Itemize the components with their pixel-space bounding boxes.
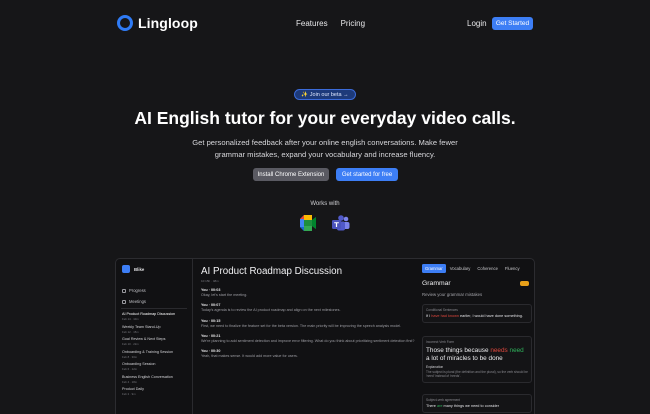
speaker-time: You · 00:03: [201, 287, 221, 292]
panel-title: Grammar: [422, 280, 451, 287]
transcript-line: You · 00:21 We're planning to add sentime…: [201, 334, 416, 345]
meeting-title: Goal Review & Next Steps: [122, 337, 166, 341]
mistake-sentence: If I have had known earlier, I would hav…: [426, 314, 528, 319]
meeting-item[interactable]: Onboarding & Training Session Feb 8 · 30m: [122, 350, 188, 363]
meeting-date: Feb 6 · 12m: [122, 367, 138, 371]
meeting-title: AI Product Roadmap Discussion: [122, 312, 176, 316]
mistake-type: Subject-verb agreement: [426, 398, 461, 402]
feedback-panel: Grammar Vocabulary Coherence Fluency Gra…: [422, 264, 532, 414]
integration-icons: [300, 215, 350, 233]
logo-ring-icon: [117, 15, 133, 31]
microsoft-teams-icon: [332, 215, 350, 231]
speaker-time: You · 00:15: [201, 318, 221, 323]
top-nav: Lingloop Features Pricing Login Get Star…: [0, 0, 650, 48]
mistake-card[interactable]: Conditional Sentences If I have had know…: [422, 304, 532, 324]
mistake-type: Conditional Sentences: [426, 308, 458, 312]
menu-item-progress[interactable]: Progress: [122, 285, 146, 296]
transcript-text: Yeah, that makes sense. It would add mor…: [201, 354, 298, 359]
transcript-text: Today's agenda is to review the AI produ…: [201, 308, 341, 313]
transcript-text: Okay, let's start the meeting.: [201, 292, 248, 297]
calendar-icon: [122, 299, 126, 304]
transcript-line: You · 00:15 First, we need to finalize th…: [201, 319, 416, 330]
login-link[interactable]: Login: [467, 19, 487, 28]
meeting-item[interactable]: Goal Review & Next Steps Feb 10 · 22m: [122, 337, 188, 350]
explanation-label: Explanation: [426, 365, 444, 369]
sentence-part: Those things because: [426, 347, 491, 354]
preview-sidebar: Blike Progress Meetings AI Product Roadm…: [116, 259, 193, 414]
preview-brand-icon: [122, 265, 130, 273]
brand-logo[interactable]: Lingloop: [117, 15, 198, 31]
feedback-tabs: Grammar Vocabulary Coherence Fluency: [422, 264, 532, 273]
hero-subtitle: Get personalized feedback after your onl…: [192, 138, 458, 159]
meeting-date: Feb 8 · 30m: [122, 354, 138, 359]
tab-fluency[interactable]: Fluency: [502, 264, 523, 273]
wrong-word: needs: [490, 347, 508, 354]
speaker-time: You · 00:07: [201, 303, 221, 308]
meeting-date: Feb 2 · 9m: [122, 392, 136, 396]
transcript-line: You · 00:03 Okay, let's start the meeting…: [201, 288, 416, 299]
mistake-sentence: There are many things we need to conside…: [426, 404, 528, 409]
preview-brand-name: Blike: [134, 266, 145, 272]
meeting-item[interactable]: Business English Conversation Feb 4 · 18m: [122, 375, 188, 388]
works-with-label: Works with: [310, 201, 340, 207]
correct-word: need: [509, 347, 524, 354]
transcript-line: You · 00:30 Yeah, that makes sense. It wo…: [201, 349, 416, 360]
meeting-list: AI Product Roadmap Discussion Feb 14 · 10…: [122, 312, 188, 400]
score-badge: [520, 281, 529, 286]
google-meet-icon: [300, 215, 316, 231]
transcript-text: We're planning to add sentiment detectio…: [201, 338, 415, 343]
sentence-part: a lot of miracles to be done: [426, 355, 503, 362]
wrong-word: have had known: [431, 314, 459, 318]
nav-link-pricing[interactable]: Pricing: [341, 19, 365, 28]
meeting-title: Onboarding Session: [122, 362, 156, 366]
transcript-line: You · 00:07 Today's agenda is to review t…: [201, 303, 416, 314]
panel-subtitle: Review your grammar mistakes: [422, 292, 483, 297]
meeting-item[interactable]: AI Product Roadmap Discussion Feb 14 · 10…: [122, 312, 188, 325]
speaker-time: You · 00:21: [201, 333, 221, 338]
meeting-title: Product Daily: [122, 387, 144, 391]
meeting-date: Feb 10 · 22m: [122, 342, 139, 346]
tab-coherence[interactable]: Coherence: [474, 264, 501, 273]
meeting-title: Weekly Team Stand-Up: [122, 324, 161, 329]
meeting-date: Feb 4 · 18m: [122, 379, 138, 384]
mistake-card[interactable]: Incorrect Verb Form Those things because…: [422, 336, 532, 383]
chart-icon: [122, 288, 126, 293]
mistake-card[interactable]: Subject-verb agreement There are many th…: [422, 394, 532, 414]
meeting-date: Feb 14 · 10m: [122, 317, 139, 321]
nav-link-features[interactable]: Features: [296, 19, 328, 28]
meeting-item[interactable]: Onboarding Session Feb 6 · 12m: [122, 362, 188, 375]
meeting-title: Onboarding & Training Session: [122, 349, 174, 354]
app-preview: Blike Progress Meetings AI Product Roadm…: [115, 258, 535, 414]
join-beta-badge[interactable]: ✨ Join our beta →: [294, 89, 356, 100]
tab-grammar[interactable]: Grammar: [422, 264, 446, 273]
preview-menu: Progress Meetings: [122, 285, 146, 307]
mistake-type: Incorrect Verb Form: [426, 340, 455, 344]
tab-vocabulary[interactable]: Vocabulary: [447, 264, 474, 273]
get-started-button[interactable]: Get Started: [492, 17, 533, 30]
menu-label: Meetings: [129, 299, 146, 304]
meeting-heading: AI Product Roadmap Discussion: [201, 266, 343, 277]
mistake-sentence: Those things because needs need a lot of…: [426, 347, 528, 363]
meeting-meta: 10:15h · 48m: [201, 279, 219, 283]
transcript-panel: AI Product Roadmap Discussion 10:15h · 4…: [201, 266, 416, 360]
install-extension-button[interactable]: Install Chrome Extension: [253, 168, 329, 181]
meeting-date: Feb 12 · 15m: [122, 329, 139, 334]
sentence-part: many things we need to consider: [442, 404, 500, 408]
meeting-item[interactable]: Product Daily Feb 2 · 9m: [122, 387, 188, 400]
menu-label: Progress: [129, 288, 146, 293]
transcript-text: First, we need to finalize the feature s…: [201, 323, 402, 328]
explanation-text: The subject is plural (the definition an…: [426, 370, 528, 379]
meeting-title: Business English Conversation: [122, 374, 173, 379]
brand-name: Lingloop: [138, 15, 198, 31]
sentence-part: earlier, I would have done something.: [458, 314, 523, 318]
menu-item-meetings[interactable]: Meetings: [122, 296, 146, 307]
meeting-item[interactable]: Weekly Team Stand-Up Feb 12 · 15m: [122, 325, 188, 338]
speaker-time: You · 00:30: [201, 349, 221, 354]
nav-links: Features Pricing: [296, 19, 365, 28]
hero-title: AI English tutor for your everyday video…: [134, 108, 516, 128]
sidebar-divider: [121, 308, 187, 309]
sentence-part: There: [426, 404, 437, 408]
preview-brand[interactable]: Blike: [122, 265, 144, 273]
get-started-free-button[interactable]: Get started for free: [336, 168, 398, 181]
